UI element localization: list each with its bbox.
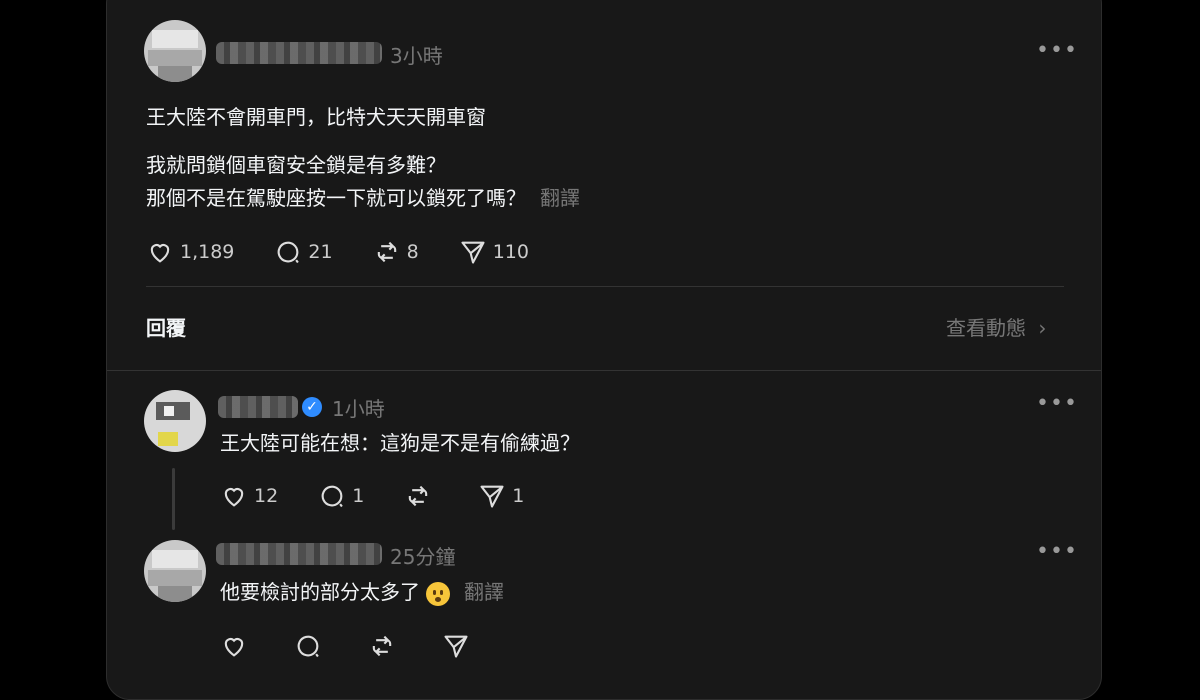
share-button[interactable]: 110 — [459, 238, 529, 266]
reply1-author-blurred[interactable] — [218, 396, 298, 418]
reply2-text: 他要檢討的部分太多了 — [220, 580, 420, 604]
share-icon — [480, 485, 504, 508]
post-text-line3: 那個不是在駕駛座按一下就可以鎖死了嗎？ 翻譯 — [146, 181, 580, 215]
like-button[interactable] — [220, 632, 254, 660]
reply2-text-row: 他要檢討的部分太多了 翻譯 — [220, 575, 504, 609]
comment-icon — [278, 241, 300, 264]
reply2-avatar[interactable] — [144, 540, 206, 602]
comment-button[interactable]: 1 — [318, 482, 364, 510]
share-icon — [461, 241, 485, 264]
post-text-line1: 王大陸不會開車門，比特犬天天開車窗 — [146, 105, 486, 129]
comment-count: 1 — [352, 485, 365, 507]
post-time: 3小時 — [390, 44, 443, 68]
share-count: 110 — [492, 241, 529, 263]
repost-icon — [409, 485, 428, 507]
repost-count: 8 — [406, 241, 419, 263]
verified-icon: ✓ — [302, 397, 322, 417]
reply2-author-blurred[interactable] — [216, 543, 382, 565]
like-button[interactable]: 1,189 — [146, 238, 234, 266]
heart-icon — [224, 488, 244, 507]
heart-icon — [150, 244, 170, 263]
like-count: 1,189 — [180, 241, 235, 263]
view-activity-link[interactable]: 查看動態 › — [946, 311, 1046, 345]
more-icon[interactable]: ••• — [1036, 391, 1078, 416]
reply1-text: 王大陸可能在想：這狗是不是有偷練過？ — [220, 431, 580, 455]
share-count: 1 — [512, 485, 525, 507]
like-count: 12 — [254, 485, 279, 507]
more-icon[interactable]: ••• — [1036, 38, 1078, 63]
reply2-time: 25分鐘 — [390, 545, 456, 569]
share-icon — [444, 635, 468, 658]
heart-icon — [224, 638, 244, 657]
comment-button[interactable]: 21 — [274, 238, 333, 266]
section-divider — [107, 370, 1101, 371]
post-text-line2: 我就問鎖個車窗安全鎖是有多難？ — [146, 153, 446, 177]
share-button[interactable]: 1 — [478, 482, 524, 510]
author-avatar[interactable] — [144, 20, 206, 82]
comment-count: 21 — [308, 241, 333, 263]
author-name-blurred[interactable] — [216, 42, 382, 64]
repost-icon — [372, 635, 392, 657]
reply1-avatar[interactable] — [144, 390, 206, 452]
divider — [146, 286, 1064, 287]
reply2-actions — [220, 632, 516, 660]
post-text-line3-content: 那個不是在駕駛座按一下就可以鎖死了嗎？ — [146, 186, 526, 210]
replies-label: 回覆 — [146, 316, 186, 340]
more-icon[interactable]: ••• — [1036, 539, 1078, 564]
comment-icon — [321, 485, 343, 508]
translate-link[interactable]: 翻譯 — [540, 186, 580, 210]
repost-button[interactable] — [404, 482, 438, 510]
comment-button[interactable] — [294, 632, 328, 660]
translate-link[interactable]: 翻譯 — [464, 580, 504, 604]
share-button[interactable] — [442, 632, 476, 660]
reply1-actions: 12 1 1 — [220, 482, 564, 510]
repost-button[interactable]: 8 — [373, 238, 419, 266]
thread-line — [172, 468, 175, 530]
reply1-time: 1小時 — [332, 397, 385, 421]
repost-icon — [377, 241, 396, 263]
view-activity-label: 查看動態 — [946, 316, 1026, 340]
comment-icon — [297, 635, 319, 658]
chevron-right-icon: › — [1038, 316, 1047, 340]
post-actions: 1,189 21 8 110 — [146, 238, 569, 266]
shushing-face-emoji-icon — [426, 581, 450, 606]
repost-button[interactable] — [368, 632, 402, 660]
like-button[interactable]: 12 — [220, 482, 278, 510]
